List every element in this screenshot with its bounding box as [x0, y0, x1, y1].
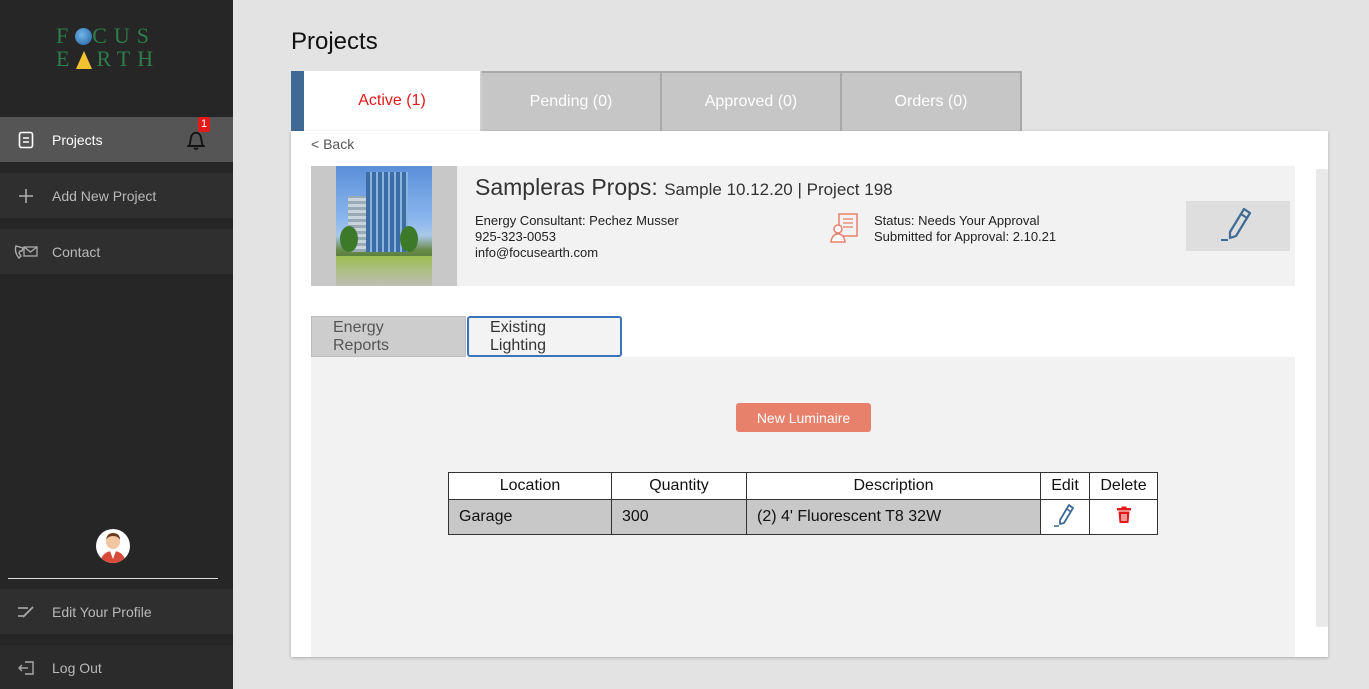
trash-icon: [1116, 506, 1132, 528]
pencil-icon: [1052, 503, 1078, 532]
header-description: Description: [746, 472, 1041, 500]
document-icon: [0, 131, 52, 149]
luminaire-table: Location Quantity Description Edit Delet…: [448, 472, 1158, 535]
sidebar-item-label: Add New Project: [52, 187, 157, 204]
tab-energy-reports[interactable]: Energy Reports: [311, 316, 466, 357]
globe-icon: [75, 28, 93, 45]
existing-lighting-content: New Luminaire Location Quantity Descript…: [311, 357, 1295, 657]
project-name: Sampleras Props:: [475, 174, 658, 200]
sidebar-item-label: Projects: [52, 131, 103, 148]
building-image: [336, 166, 432, 286]
logout-icon: [0, 660, 52, 676]
notification-badge: 1: [198, 117, 210, 132]
sidebar-item-label: Edit Your Profile: [52, 603, 152, 620]
consultant-name: Energy Consultant: Pechez Musser: [475, 213, 679, 228]
status-text: Status: Needs Your Approval: [874, 213, 1040, 228]
back-link[interactable]: < Back: [311, 136, 354, 152]
sidebar-divider: [8, 578, 218, 579]
edit-row-button[interactable]: [1040, 499, 1090, 535]
project-heading: Sampleras Props: Sample 10.12.20 | Proje…: [475, 174, 893, 201]
triangle-icon: [76, 51, 93, 69]
table-header-row: Location Quantity Description Edit Delet…: [448, 472, 1158, 500]
scrollbar[interactable]: [1316, 169, 1328, 627]
status-document-icon: [829, 212, 861, 244]
page-title: Projects: [291, 28, 378, 55]
new-luminaire-button[interactable]: New Luminaire: [736, 403, 871, 432]
tab-accent-bar: [291, 71, 304, 131]
pencil-icon: [1218, 204, 1258, 249]
tab-orders[interactable]: Orders (0): [842, 71, 1022, 131]
consultant-info: Energy Consultant: Pechez Musser 925-323…: [475, 213, 679, 261]
sidebar-item-label: Contact: [52, 243, 101, 260]
edit-profile-icon: [0, 605, 52, 619]
cell-description: (2) 4' Fluorescent T8 32W: [746, 499, 1041, 535]
header-quantity: Quantity: [611, 472, 747, 500]
sidebar-item-label: Log Out: [52, 659, 102, 676]
project-card: Sampleras Props: Sample 10.12.20 | Proje…: [311, 166, 1295, 286]
tab-existing-lighting[interactable]: Existing Lighting: [467, 316, 622, 357]
header-delete: Delete: [1089, 472, 1158, 500]
cell-quantity: 300: [611, 499, 747, 535]
tab-pending[interactable]: Pending (0): [482, 71, 662, 131]
header-edit: Edit: [1040, 472, 1090, 500]
submitted-date: Submitted for Approval: 2.10.21: [874, 229, 1057, 244]
header-location: Location: [448, 472, 612, 500]
sidebar: F CUS E RTH Projects 1 Add New Project Con…: [0, 0, 233, 689]
consultant-phone: 925-323-0053: [475, 229, 556, 244]
sidebar-item-contact[interactable]: Contact: [0, 229, 233, 274]
avatar[interactable]: [96, 529, 130, 563]
report-subtabs: Energy Reports Existing Lighting: [311, 316, 622, 357]
project-panel: < Back Sampleras Props: Sample 10.12.20 …: [291, 131, 1328, 657]
tab-active[interactable]: Active (1): [304, 71, 482, 131]
project-tabs: Active (1) Pending (0) Approved (0) Orde…: [291, 71, 1022, 131]
edit-project-button[interactable]: [1186, 201, 1290, 251]
sidebar-item-log-out[interactable]: Log Out: [0, 645, 233, 689]
cell-location: Garage: [448, 499, 612, 535]
focus-earth-logo[interactable]: F CUS E RTH: [56, 24, 174, 74]
table-row: Garage 300 (2) 4' Fluorescent T8 32W: [448, 499, 1158, 535]
project-thumbnail: [311, 166, 457, 286]
phone-mail-icon: [0, 243, 52, 261]
plus-icon: [0, 188, 52, 204]
sidebar-item-edit-profile[interactable]: Edit Your Profile: [0, 589, 233, 634]
tab-approved[interactable]: Approved (0): [662, 71, 842, 131]
delete-row-button[interactable]: [1089, 499, 1158, 535]
status-info: Status: Needs Your Approval Submitted fo…: [874, 213, 1056, 245]
sidebar-item-add-new-project[interactable]: Add New Project: [0, 173, 233, 218]
project-subtitle: Sample 10.12.20 | Project 198: [664, 180, 893, 199]
consultant-email: info@focusearth.com: [475, 245, 599, 260]
